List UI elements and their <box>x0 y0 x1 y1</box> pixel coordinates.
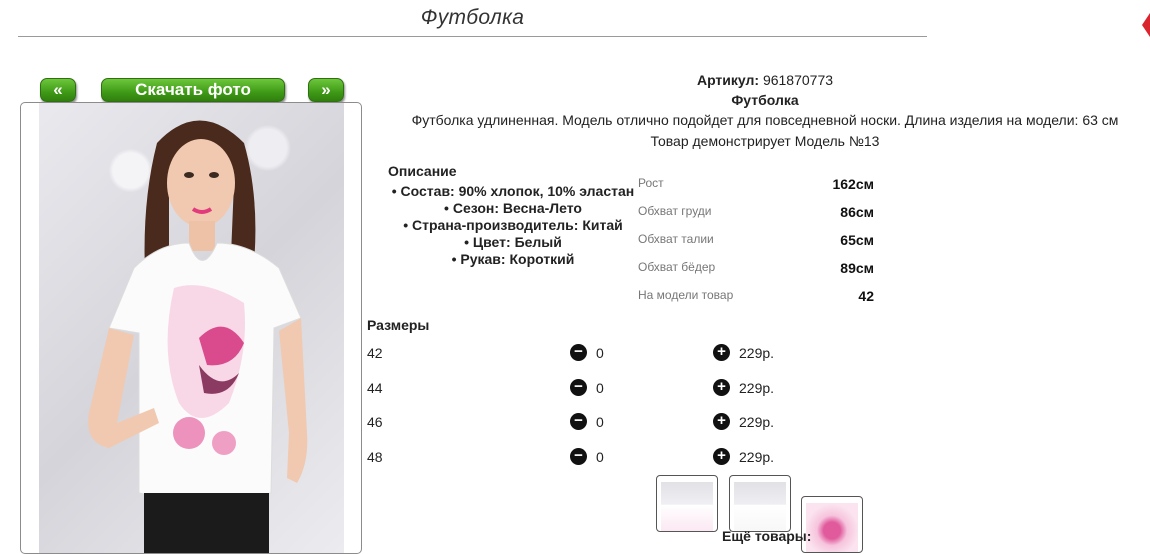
size-row: 48 − 0 + 229р. <box>367 448 787 469</box>
param-value: 86см <box>840 204 874 220</box>
size-row: 44 − 0 + 229р. <box>367 379 787 400</box>
quantity-value: 0 <box>596 380 604 396</box>
param-value: 162см <box>832 176 874 192</box>
param-label: Обхват груди <box>638 204 712 218</box>
param-row-hips: Обхват бёдер 89см <box>638 260 874 288</box>
description-item: Сезон: Весна-Лето <box>388 200 638 217</box>
model-illustration <box>88 120 308 553</box>
article-value: 961870773 <box>762 72 834 88</box>
thumbnail-image <box>661 482 713 531</box>
download-photo-button[interactable]: Скачать фото <box>101 78 285 102</box>
description-heading: Описание <box>388 163 457 179</box>
more-products-heading: Ещё товары: <box>722 528 812 544</box>
size-price: 229р. <box>739 414 775 430</box>
size-label: 48 <box>367 449 383 465</box>
plus-circle-icon[interactable]: + <box>713 379 730 396</box>
size-row: 42 − 0 + 229р. <box>367 344 787 365</box>
description-item: Рукав: Короткий <box>388 251 638 268</box>
thumbnail-back[interactable] <box>729 475 791 532</box>
product-name: Футболка <box>731 92 799 108</box>
main-photo-frame <box>20 102 362 554</box>
size-row: 46 − 0 + 229р. <box>367 413 787 434</box>
plus-circle-icon[interactable]: + <box>713 344 730 361</box>
size-price: 229р. <box>739 449 775 465</box>
product-description: Футболка удлиненная. Модель отлично подо… <box>411 112 1119 128</box>
description-item: Цвет: Белый <box>388 234 638 251</box>
param-row-bust: Обхват груди 86см <box>638 204 874 232</box>
size-label: 44 <box>367 380 383 396</box>
description-list: Состав: 90% хлопок, 10% эластан Сезон: В… <box>388 183 638 268</box>
param-row-waist: Обхват талии 65см <box>638 232 874 260</box>
param-row-worn-size: На модели товар 42 <box>638 288 874 316</box>
title-divider <box>18 36 927 37</box>
cart-widget-icon[interactable] <box>1140 10 1150 40</box>
plus-circle-icon[interactable]: + <box>713 413 730 430</box>
plus-circle-icon[interactable]: + <box>713 448 730 465</box>
minus-circle-icon[interactable]: − <box>570 413 587 430</box>
description-item: Состав: 90% хлопок, 10% эластан <box>388 183 638 200</box>
next-photo-button[interactable]: » <box>308 78 344 102</box>
thumbnail-print[interactable] <box>801 496 863 553</box>
param-label: Рост <box>638 176 664 190</box>
product-photo[interactable] <box>39 103 344 553</box>
param-label: Обхват бёдер <box>638 260 716 274</box>
size-price: 229р. <box>739 345 775 361</box>
thumbnail-image <box>806 503 858 552</box>
description-item: Страна-производитель: Китай <box>388 217 638 234</box>
quantity-value: 0 <box>596 449 604 465</box>
quantity-value: 0 <box>596 414 604 430</box>
quantity-value: 0 <box>596 345 604 361</box>
page-title: Футболка <box>420 6 525 29</box>
minus-circle-icon[interactable]: − <box>570 448 587 465</box>
param-value: 89см <box>840 260 874 276</box>
size-label: 42 <box>367 345 383 361</box>
article-label: Артикул: <box>696 72 760 88</box>
size-price: 229р. <box>739 380 775 396</box>
minus-circle-icon[interactable]: − <box>570 379 587 396</box>
article-line: Артикул: 961870773 <box>380 72 1150 88</box>
minus-circle-icon[interactable]: − <box>570 344 587 361</box>
prev-photo-button[interactable]: « <box>40 78 76 102</box>
param-row-height: Рост 162см <box>638 176 874 204</box>
model-params-table: Рост 162см Обхват груди 86см Обхват тали… <box>638 176 874 316</box>
param-value: 65см <box>840 232 874 248</box>
size-label: 46 <box>367 414 383 430</box>
param-label: На модели товар <box>638 288 734 302</box>
param-value: 42 <box>858 288 874 304</box>
model-note: Товар демонстрирует Модель №13 <box>650 133 880 149</box>
thumbnail-front[interactable] <box>656 475 718 532</box>
param-label: Обхват талии <box>638 232 714 246</box>
sizes-heading: Размеры <box>367 317 430 333</box>
thumbnail-image <box>734 482 786 531</box>
